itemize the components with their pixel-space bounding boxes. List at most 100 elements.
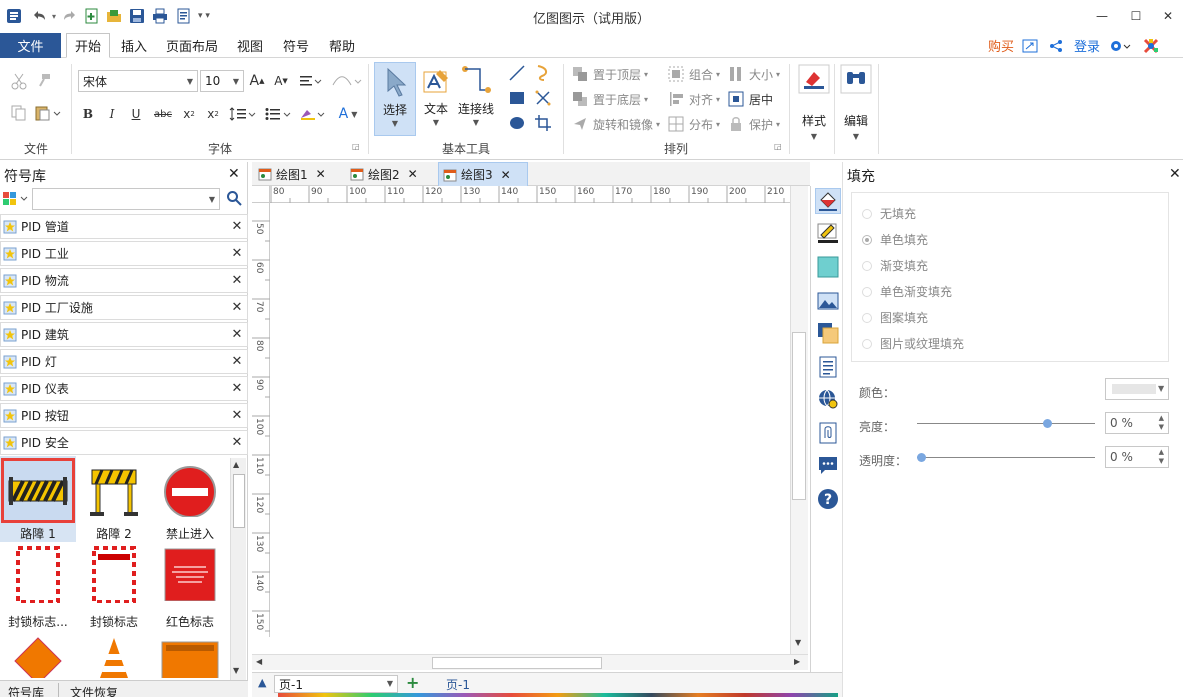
scroll-right-icon[interactable]: ▶ — [794, 657, 800, 666]
maximize-button[interactable]: ☐ — [1124, 6, 1148, 26]
close-library-icon[interactable]: ✕ — [227, 408, 247, 423]
transparency-slider-thumb[interactable] — [917, 453, 926, 462]
crop-icon[interactable] — [534, 114, 552, 132]
transparency-slider-track[interactable] — [917, 457, 1095, 458]
close-library-icon[interactable]: ✕ — [227, 246, 247, 261]
text-tool-button[interactable]: 文本 ▼ — [418, 62, 454, 136]
tab-drawing-1[interactable]: 绘图1 ✕ — [258, 162, 342, 186]
buy-link[interactable]: 购买 — [984, 33, 1018, 58]
strikethrough-button[interactable]: abc — [152, 104, 174, 124]
paste-icon[interactable] — [34, 104, 62, 122]
tab-help[interactable]: 帮助 — [320, 33, 364, 58]
underline-button[interactable]: U — [128, 104, 144, 124]
superscript-button[interactable]: x2 — [204, 104, 222, 124]
tab-insert[interactable]: 插入 — [112, 33, 156, 58]
tab-symbol[interactable]: 符号 — [274, 33, 318, 58]
protect-button[interactable]: 保护 ▾ — [728, 114, 780, 134]
bring-to-front-button[interactable]: 置于顶层 ▾ — [572, 64, 648, 84]
tab-view[interactable]: 视图 — [228, 33, 272, 58]
tab-file-recovery[interactable]: 文件恢复 — [70, 684, 118, 697]
canvas-horizontal-scrollbar[interactable]: ◀ ▶ — [252, 654, 808, 670]
format-painter-icon[interactable] — [34, 72, 52, 90]
library-item[interactable]: PID 安全 ✕ — [0, 430, 248, 455]
fill-option-gradient[interactable]: 渐变填充 — [862, 257, 928, 274]
symbol-red-sign[interactable]: 红色标志 — [152, 544, 228, 630]
ellipse-shape-icon[interactable] — [508, 114, 526, 132]
transparency-spinbox[interactable]: 0 % ▲ ▼ — [1105, 446, 1169, 468]
close-library-icon[interactable]: ✕ — [227, 354, 247, 369]
layer-button[interactable] — [817, 322, 839, 344]
library-menu-icon[interactable] — [2, 190, 30, 208]
symbol-roadblock-1[interactable]: 路障 1 — [0, 456, 76, 542]
line-spacing-icon[interactable] — [228, 104, 258, 124]
hyperlink-button[interactable] — [817, 388, 839, 410]
help-button[interactable]: ? — [817, 488, 839, 510]
symbol-scrollbar[interactable]: ▲ ▼ — [230, 458, 246, 680]
style-button[interactable]: 样式 ▼ — [796, 64, 832, 150]
spin-arrows-icon[interactable]: ▲ ▼ — [1159, 414, 1164, 432]
select-tool-button[interactable]: 选择 ▼ — [374, 62, 416, 136]
library-item[interactable]: PID 仪表 ✕ — [0, 376, 248, 401]
symbol-warning-diamond[interactable] — [0, 632, 76, 678]
page-list-button[interactable] — [817, 356, 839, 378]
login-link[interactable]: 登录 — [1070, 33, 1104, 58]
image-button[interactable] — [817, 290, 839, 312]
symbol-search-input[interactable]: ▼ — [32, 188, 220, 210]
center-button[interactable]: 居中 — [728, 89, 773, 109]
scroll-down-icon[interactable]: ▼ — [233, 666, 239, 675]
tab-drawing-2[interactable]: 绘图2 ✕ — [350, 162, 434, 186]
connector-tool-button[interactable]: 连接线 ▼ — [456, 62, 496, 136]
send-to-back-button[interactable]: 置于底层 ▾ — [572, 89, 648, 109]
close-panel-icon[interactable]: ✕ — [1169, 166, 1181, 182]
copy-icon[interactable] — [10, 104, 28, 122]
page-tab[interactable]: 页-1 — [438, 676, 478, 693]
settings-gear-icon[interactable] — [1106, 33, 1134, 58]
scroll-down-icon[interactable]: ▼ — [795, 638, 801, 647]
fill-option-solid[interactable]: 单色填充 — [862, 231, 928, 248]
subscript-button[interactable]: x2 — [180, 104, 198, 124]
fill-panel-button[interactable] — [815, 188, 841, 214]
share-window-icon[interactable] — [1020, 33, 1040, 58]
canvas-vertical-scrollbar[interactable]: ▼ — [790, 186, 808, 654]
symbol-roadblock-2[interactable]: 路障 2 — [76, 456, 152, 542]
comment-button[interactable] — [817, 454, 839, 476]
chevron-up-icon[interactable]: ▲ — [258, 676, 266, 689]
symbol-no-entry[interactable]: 禁止进入 — [152, 456, 228, 542]
tab-drawing-3[interactable]: 绘图3 ✕ — [438, 162, 528, 186]
share-icon[interactable] — [1046, 33, 1066, 58]
close-library-icon[interactable]: ✕ — [227, 327, 247, 342]
scroll-up-icon[interactable]: ▲ — [233, 460, 239, 469]
brightness-slider-track[interactable] — [917, 423, 1095, 424]
font-size-select[interactable]: 10 ▼ — [200, 70, 244, 92]
text-highlight-icon[interactable] — [298, 104, 328, 124]
add-page-icon[interactable]: + — [406, 673, 419, 692]
italic-button[interactable]: I — [104, 104, 120, 124]
color-palette-strip[interactable] — [278, 693, 838, 697]
line-shape-icon[interactable] — [508, 64, 526, 82]
library-item[interactable]: PID 工业 ✕ — [0, 241, 248, 266]
scrollbar-thumb[interactable] — [792, 332, 806, 500]
close-library-icon[interactable]: ✕ — [227, 219, 247, 234]
close-library-icon[interactable]: ✕ — [227, 435, 247, 450]
size-button[interactable]: 大小 ▾ — [728, 64, 780, 84]
tab-page-layout[interactable]: 页面布局 — [160, 33, 224, 58]
library-item[interactable]: PID 按钮 ✕ — [0, 403, 248, 428]
close-button[interactable]: ✕ — [1156, 6, 1180, 26]
bullet-list-icon[interactable] — [264, 104, 294, 124]
close-tab-icon[interactable]: ✕ — [408, 167, 418, 181]
close-library-icon[interactable]: ✕ — [227, 273, 247, 288]
rectangle-shape-icon[interactable] — [508, 89, 526, 107]
curve-shape-icon[interactable] — [534, 64, 552, 82]
cross-shape-icon[interactable] — [534, 89, 552, 107]
fill-option-mono-gradient[interactable]: 单色渐变填充 — [862, 283, 952, 300]
minimize-button[interactable]: — — [1090, 6, 1114, 26]
arrange-dialog-launcher-icon[interactable]: ◲ — [774, 142, 782, 151]
brightness-slider-thumb[interactable] — [1042, 419, 1052, 428]
font-dialog-launcher-icon[interactable]: ◲ — [352, 142, 360, 151]
rotate-mirror-button[interactable]: 旋转和镜像 ▾ — [572, 114, 660, 134]
text-align-icon[interactable] — [298, 71, 324, 91]
align-button[interactable]: 对齐 ▾ — [668, 89, 720, 109]
library-item[interactable]: PID 物流 ✕ — [0, 268, 248, 293]
close-library-icon[interactable]: ✕ — [227, 381, 247, 396]
fill-option-none[interactable]: 无填充 — [862, 205, 916, 222]
